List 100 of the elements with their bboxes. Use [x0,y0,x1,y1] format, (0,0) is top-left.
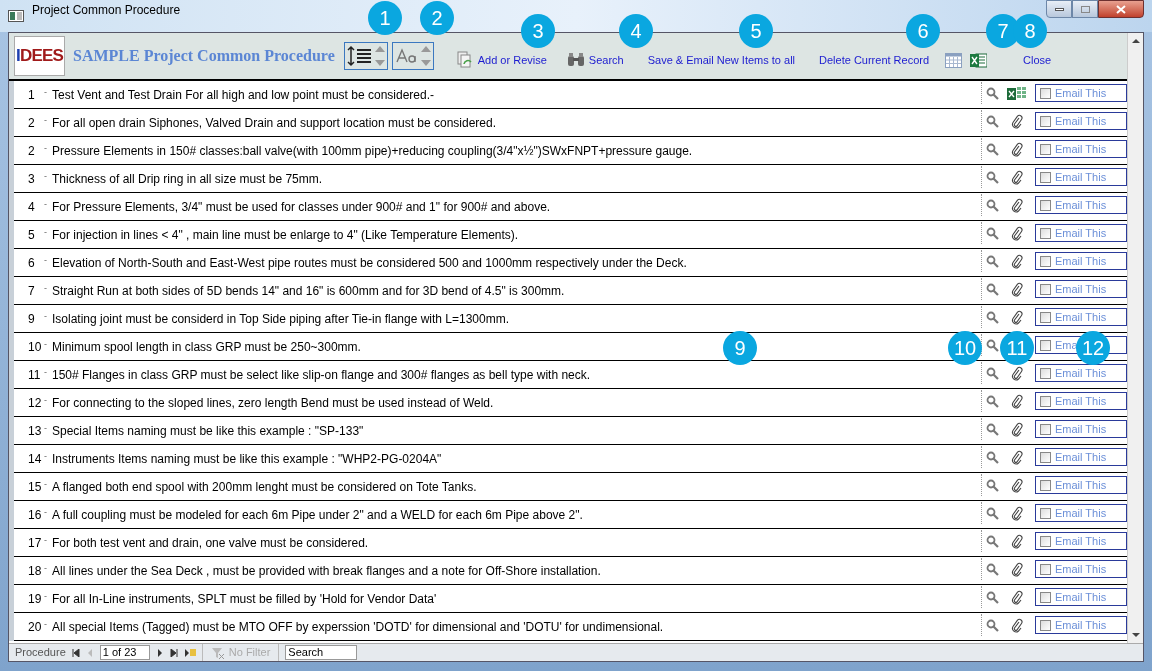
spreadsheet-icon[interactable] [970,52,988,68]
search-icon[interactable] [986,618,999,632]
email-checkbox[interactable]: Email This [1035,364,1127,382]
search-icon[interactable] [986,114,999,128]
font-size-spinner[interactable] [391,42,434,70]
bullet-mark: - [44,366,48,379]
search-icon[interactable] [986,450,999,464]
email-checkbox[interactable]: Email This [1035,448,1127,466]
row-number: 19 [27,591,43,608]
bullet-mark: - [44,114,48,127]
paperclip-icon[interactable] [1011,449,1023,465]
row-number: 14 [27,451,43,468]
email-checkbox[interactable]: Email This [1035,392,1127,410]
maximize-button[interactable] [1072,0,1098,18]
paperclip-icon[interactable] [1011,225,1023,241]
row-number: 6 [27,255,36,272]
email-checkbox[interactable]: Email This [1035,224,1127,242]
search-icon[interactable] [986,478,999,492]
line-spacing-spinner[interactable] [343,42,388,70]
filter-icon [210,646,225,659]
paperclip-icon[interactable] [1011,561,1023,577]
bullet-mark: - [44,86,48,99]
spreadsheet-icon[interactable] [1007,86,1027,100]
row-number: 1 [27,87,36,104]
email-checkbox[interactable]: Email This [1035,616,1127,634]
paperclip-icon[interactable] [1011,141,1023,157]
paperclip-icon[interactable] [1011,533,1023,549]
email-checkbox[interactable]: Email This [1035,84,1127,102]
bullet-mark: - [44,450,48,463]
calendar-icon[interactable] [945,52,963,68]
paperclip-icon[interactable] [1011,365,1023,381]
first-record-icon[interactable] [71,648,80,657]
form-title: SAMPLE Project Common Procedure [73,46,335,67]
toolbar-link[interactable]: Add or Revise [477,51,547,69]
paperclip-icon[interactable] [1011,281,1023,297]
procedure-text: Thickness of all Drip ring in all size must be 75mm. [52,171,323,188]
procedure-text: All lines under the Sea Deck , must be provided with break flanges and a note for Off-Shore installation. [52,563,601,580]
vertical-scrollbar[interactable] [1127,33,1143,643]
search-icon[interactable] [986,170,999,184]
search-icon[interactable] [986,590,999,604]
search-icon[interactable] [986,506,999,520]
row-number: 10 [27,339,43,356]
email-checkbox[interactable]: Email This [1035,252,1127,270]
search-icon[interactable] [986,422,999,436]
search-icon[interactable] [986,310,999,324]
email-checkbox[interactable]: Email This [1035,476,1127,494]
email-checkbox[interactable]: Email This [1035,532,1127,550]
paperclip-icon[interactable] [1011,617,1023,633]
paperclip-icon[interactable] [1011,393,1023,409]
procedure-text: A flanged both end spool with 200mm lenght must be considered on Tote Tanks. [52,479,477,496]
search-icon[interactable] [986,254,999,268]
search-icon[interactable] [986,562,999,576]
search-icon[interactable] [986,338,999,352]
email-checkbox[interactable]: Email This [1035,280,1127,298]
new-record-icon[interactable] [183,648,196,657]
paperclip-icon[interactable] [1011,477,1023,493]
procedure-text: For injection in lines < 4" , main line must be enlarge to 4" (Like Temperature Elements). [52,227,519,244]
paperclip-icon[interactable] [1011,309,1023,325]
row-number: 17 [27,535,43,552]
email-checkbox[interactable]: Email This [1035,196,1127,214]
paperclip-icon[interactable] [1011,589,1023,605]
minimize-button[interactable] [1046,0,1072,18]
record-field[interactable]: 1 of 23 [99,645,150,660]
search-icon[interactable] [986,142,999,156]
last-record-icon[interactable] [169,648,178,657]
next-record-icon[interactable] [155,648,164,657]
toolbar-link[interactable]: Search [588,51,624,69]
email-checkbox[interactable]: Email This [1035,504,1127,522]
email-checkbox[interactable]: Email This [1035,140,1127,158]
logo: IDEES [14,36,65,76]
procedure-text: For all open drain Siphones, Valved Drain and support location must be considered. [52,115,497,132]
search-icon[interactable] [986,366,999,380]
email-checkbox[interactable]: Email This [1035,588,1127,606]
row-number: 15 [27,479,43,496]
paperclip-icon[interactable] [1011,253,1023,269]
close-button[interactable] [1098,0,1144,18]
email-checkbox[interactable]: Email This [1035,112,1127,130]
email-checkbox[interactable]: Email This [1035,308,1127,326]
procedure-text: For all In-Line instruments, SPLT must be filled by 'Hold for Vendor Data' [52,591,437,608]
search-icon[interactable] [986,86,999,100]
email-checkbox[interactable]: Email This [1035,168,1127,186]
search-icon[interactable] [986,226,999,240]
email-checkbox[interactable]: Email This [1035,420,1127,438]
bullet-mark: - [44,534,48,547]
toolbar-link[interactable]: Close [1023,51,1052,69]
paperclip-icon[interactable] [1011,197,1023,213]
bullet-mark: - [44,562,48,575]
app-icon [8,10,24,22]
email-checkbox[interactable]: Email This [1035,560,1127,578]
search-icon[interactable] [986,534,999,548]
search-icon[interactable] [986,198,999,212]
paperclip-icon[interactable] [1011,505,1023,521]
toolbar-link[interactable]: Delete Current Record [819,51,930,69]
paperclip-icon[interactable] [1011,113,1023,129]
paperclip-icon[interactable] [1011,169,1023,185]
search-field[interactable]: Search [285,645,358,660]
search-icon[interactable] [986,394,999,408]
search-icon[interactable] [986,282,999,296]
toolbar-link[interactable]: Save & Email New Items to all [647,51,796,69]
paperclip-icon[interactable] [1011,421,1023,437]
